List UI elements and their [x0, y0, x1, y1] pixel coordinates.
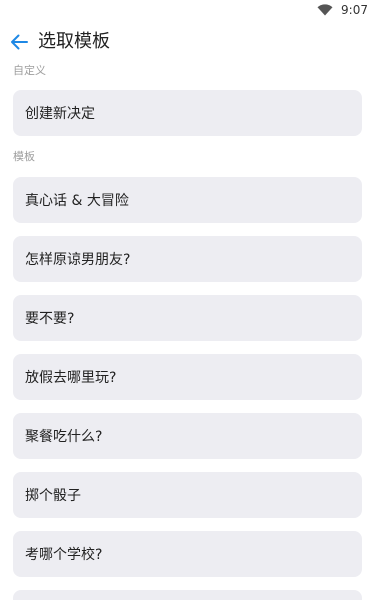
- template-item[interactable]: 掷个骰子: [13, 472, 362, 518]
- template-item[interactable]: 怎样原谅男朋友?: [13, 236, 362, 282]
- template-item[interactable]: 要不要?: [13, 295, 362, 341]
- status-bar: 9:07: [0, 0, 375, 22]
- create-new-decision-button[interactable]: 创建新决定: [13, 90, 362, 136]
- status-icons: 9:07: [317, 3, 368, 17]
- arrow-left-icon: [11, 34, 28, 50]
- page-title: 选取模板: [38, 31, 110, 52]
- template-item[interactable]: 考哪个学校?: [13, 531, 362, 577]
- template-item[interactable]: 聚餐吃什么?: [13, 413, 362, 459]
- status-time: 9:07: [341, 3, 368, 17]
- app-header: 选取模板: [0, 22, 375, 62]
- back-button[interactable]: [6, 29, 32, 55]
- template-item[interactable]: [13, 590, 362, 600]
- template-item[interactable]: 放假去哪里玩?: [13, 354, 362, 400]
- wifi-icon: [317, 4, 333, 16]
- section-label-templates: 模板: [13, 150, 35, 163]
- template-item[interactable]: 真心话 & 大冒险: [13, 177, 362, 223]
- section-label-custom: 自定义: [13, 64, 46, 77]
